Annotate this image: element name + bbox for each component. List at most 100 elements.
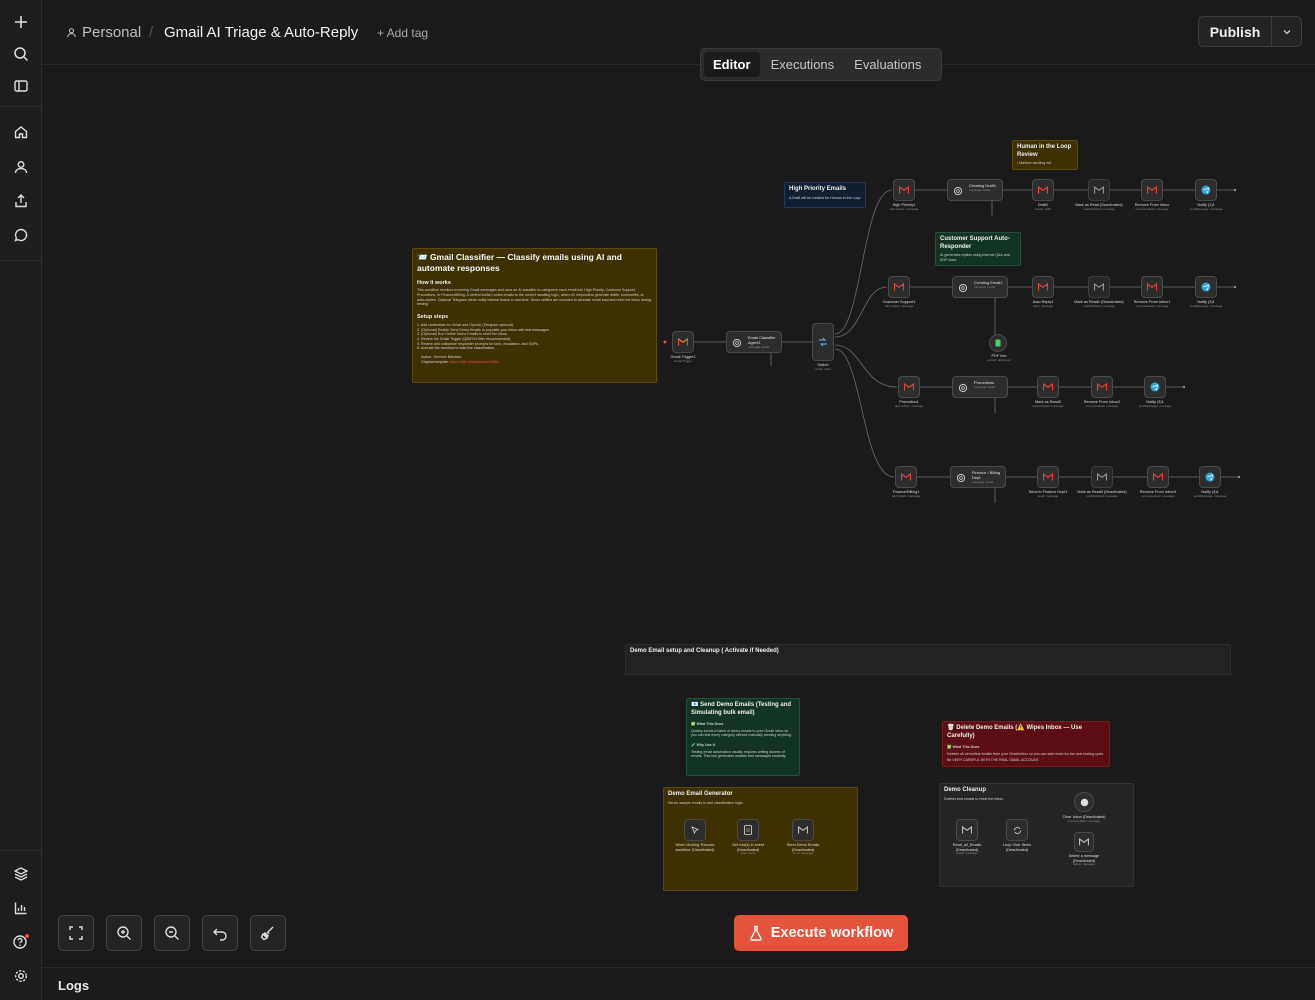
plus-icon[interactable] xyxy=(9,10,33,34)
node-label: Mark as Read2 markAsRead: message xyxy=(1032,400,1064,408)
remove-from-inbox-node[interactable] xyxy=(1141,276,1163,298)
undo-icon[interactable] xyxy=(202,915,238,951)
chevron-down-icon[interactable] xyxy=(1272,17,1301,46)
notify-node[interactable] xyxy=(1195,276,1217,298)
finance-billing-node[interactable] xyxy=(895,466,917,488)
send-demo-emails-node[interactable] xyxy=(792,819,814,841)
sticky-delete-demo-title: 🗑 Delete Demo Emails (⚠️ Wipes Inbox — U… xyxy=(947,725,1083,739)
sticky-note-human-loop[interactable]: Human in the Loop Review • Mailbox sendi… xyxy=(1012,140,1078,170)
node-label: Mark as Read1 (Deactivated) markAsRead: m… xyxy=(1074,300,1124,308)
telegram-icon xyxy=(1150,382,1160,392)
node-label: Switch mode: rules xyxy=(815,363,831,371)
chat-icon[interactable] xyxy=(9,223,33,247)
telegram-icon xyxy=(1205,472,1215,482)
remove-from-inbox-node[interactable] xyxy=(1091,376,1113,398)
sticky-support-text: AI generates replies using internal Q&A … xyxy=(940,253,1010,262)
node-label: Notify (2)1 sendMessage: message xyxy=(1189,300,1223,308)
node-label: Remove From Inbox3 removeLabels: message xyxy=(1139,490,1177,498)
help-icon[interactable] xyxy=(9,930,33,954)
execute-workflow-button[interactable]: Execute workflow xyxy=(734,915,908,951)
zoom-in-icon[interactable] xyxy=(106,915,142,951)
delete-message-node[interactable] xyxy=(1074,832,1094,852)
read-all-emails-node[interactable] xyxy=(956,819,978,841)
execute-label: Execute workflow xyxy=(770,925,894,941)
node-label: High Priority1 add: labels: message xyxy=(889,203,919,211)
sticky-demo-setup-title: Demo Email setup and Cleanup ( Activate … xyxy=(630,648,779,654)
auto-reply-node[interactable] xyxy=(1032,276,1054,298)
loop-over-items-node[interactable] xyxy=(1006,819,1028,841)
search-icon[interactable] xyxy=(9,42,33,66)
settings-icon[interactable] xyxy=(9,964,33,988)
sticky-note-high-priority[interactable]: High Priority Emails A Draft will be cre… xyxy=(784,182,866,208)
logs-panel[interactable]: Logs xyxy=(42,967,1315,1000)
sticky-delete-demo-t1: Deletes all demo/test emails from your G… xyxy=(947,751,1105,756)
email-classifier-agent-node[interactable]: Email Classifier Agent1 message model xyxy=(726,331,782,353)
gmail-icon xyxy=(1147,283,1157,291)
node-label: Clear Inbox (Deactivated) removeLabels: m… xyxy=(1062,815,1106,823)
sticky-human-title: Human in the Loop Review xyxy=(1017,144,1072,158)
node-label: Creating Email1 message model xyxy=(974,280,1003,289)
workflow-canvas[interactable]: 📨 Gmail Classifier — Classify emails usi… xyxy=(42,66,1315,966)
tab-evaluations[interactable]: Evaluations xyxy=(845,52,930,77)
sticky-send-demo-title: 📧 Send Demo Emails (Testing and Simulati… xyxy=(691,702,792,716)
share-icon[interactable] xyxy=(9,189,33,213)
fit-view-icon[interactable] xyxy=(58,915,94,951)
mark-as-read-node[interactable] xyxy=(1037,376,1059,398)
sticky-main-template-link[interactable]: https://n8n.io/workflows/10086 xyxy=(450,360,498,364)
sticky-note-demo-setup[interactable]: Demo Email setup and Cleanup ( Activate … xyxy=(625,644,1231,675)
node-label: Remove From Inbox2 removeLabels: message xyxy=(1083,400,1121,408)
mark-as-read-node[interactable] xyxy=(1091,466,1113,488)
switch-node[interactable] xyxy=(812,323,834,361)
gmail-icon xyxy=(1043,383,1053,391)
high-priority-node[interactable] xyxy=(893,179,915,201)
workflow-title[interactable]: Gmail AI Triage & Auto-Reply xyxy=(164,24,358,41)
sticky-note-delete-demo[interactable]: 🗑 Delete Demo Emails (⚠️ Wipes Inbox — U… xyxy=(942,721,1110,767)
mark-as-read-node[interactable] xyxy=(1088,276,1110,298)
gmail-icon xyxy=(1038,283,1048,291)
sticky-send-demo-h2: 🧪 Why Use It xyxy=(691,743,715,748)
openai-icon xyxy=(732,338,742,348)
tab-editor[interactable]: Editor xyxy=(704,52,760,77)
notify-node[interactable] xyxy=(1195,179,1217,201)
add-tag-button[interactable]: + Add tag xyxy=(377,26,428,40)
get-rows-node[interactable] xyxy=(737,819,759,841)
node-label: PDF Info extract: document xyxy=(987,354,1011,362)
home-icon[interactable] xyxy=(9,120,33,144)
draft-node[interactable] xyxy=(1032,179,1054,201)
tidy-up-icon[interactable] xyxy=(250,915,286,951)
sticky-main-how-heading: How it works xyxy=(417,280,451,287)
sticky-note-send-demo[interactable]: 📧 Send Demo Emails (Testing and Simulati… xyxy=(686,698,800,776)
node-label: Auto Reply1 reply: message xyxy=(1032,300,1054,308)
creating-email-node[interactable]: Creating Email1 message model xyxy=(952,276,1008,298)
node-label: Draft1 create: draft xyxy=(1034,203,1051,211)
manual-trigger-node[interactable] xyxy=(684,819,706,841)
node-label: Creating Draft1 message model xyxy=(969,183,997,192)
publish-button[interactable]: Publish xyxy=(1199,17,1272,46)
pdf-info-node[interactable] xyxy=(989,334,1007,352)
promotion-node[interactable] xyxy=(898,376,920,398)
send-to-finance-node[interactable] xyxy=(1037,466,1059,488)
insights-icon[interactable] xyxy=(9,896,33,920)
notify-node[interactable] xyxy=(1199,466,1221,488)
panel-toggle-icon[interactable] xyxy=(9,74,33,98)
notify-node[interactable] xyxy=(1144,376,1166,398)
publish-button-group: Publish xyxy=(1198,16,1302,47)
remove-from-inbox-node[interactable] xyxy=(1147,466,1169,488)
customer-support-node[interactable] xyxy=(888,276,910,298)
tab-executions[interactable]: Executions xyxy=(762,52,844,77)
user-icon[interactable] xyxy=(9,155,33,179)
sticky-note-main[interactable]: 📨 Gmail Classifier — Classify emails usi… xyxy=(412,248,657,383)
layers-icon[interactable] xyxy=(9,862,33,886)
remove-from-inbox-node[interactable] xyxy=(1141,179,1163,201)
sticky-high-title: High Priority Emails xyxy=(789,186,847,192)
clear-inbox-node[interactable] xyxy=(1074,792,1094,812)
creating-draft-node[interactable]: Creating Draft1 message model xyxy=(947,179,1003,201)
mark-as-read-node[interactable] xyxy=(1088,179,1110,201)
promotions-node[interactable]: Promotions message model xyxy=(952,376,1008,398)
sticky-note-customer-support[interactable]: Customer Support Auto-Responder AI gener… xyxy=(935,232,1021,266)
gmail-trigger-node[interactable] xyxy=(672,331,694,353)
zoom-out-icon[interactable] xyxy=(154,915,190,951)
finance-billing-dept-node[interactable]: Finance / Billing Dept message model xyxy=(950,466,1006,488)
node-label: Notify (3)1 sendMessage: message xyxy=(1138,400,1172,408)
breadcrumb-project[interactable]: Personal xyxy=(66,24,141,41)
